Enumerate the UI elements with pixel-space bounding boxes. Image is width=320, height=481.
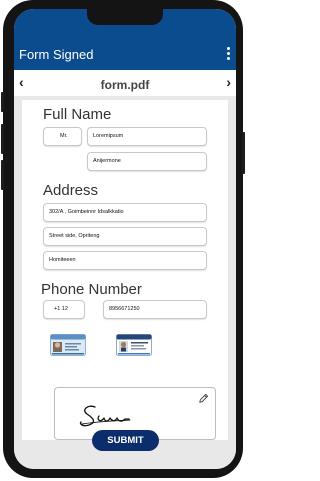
name-title-field[interactable]: Mr.: [43, 127, 82, 146]
full-name-heading: Full Name: [43, 106, 112, 123]
app-title: Form Signed: [19, 47, 94, 62]
address-line2-field[interactable]: Street side, Opriteng: [43, 227, 207, 246]
address-heading: Address: [43, 182, 99, 199]
first-name-field[interactable]: Loremipsum: [87, 127, 207, 146]
last-name-field[interactable]: Anijermone: [87, 152, 207, 171]
notch: [87, 9, 163, 25]
chevron-right-icon[interactable]: ›: [226, 75, 231, 89]
screen: Form Signed ‹ form.pdf › Full Name Mr. L…: [14, 9, 236, 469]
phone-number-field[interactable]: 8956671250: [103, 300, 207, 319]
id-card-front-icon[interactable]: [50, 334, 86, 356]
country-code-field[interactable]: +1 12: [43, 300, 85, 319]
id-card-back-icon[interactable]: [116, 334, 152, 356]
document-viewer[interactable]: Full Name Mr. Loremipsum Anijermone Addr…: [14, 96, 236, 469]
submit-button[interactable]: SUBMIT: [92, 430, 159, 451]
pdf-navigation-bar: ‹ form.pdf ›: [14, 70, 236, 96]
power-button: [242, 132, 245, 174]
pencil-icon[interactable]: [198, 393, 209, 404]
address-line3-field[interactable]: Homiteeen: [43, 251, 207, 270]
volume-down-button: [1, 160, 4, 190]
volume-up-button: [1, 124, 4, 154]
phone-number-heading: Phone Number: [41, 281, 142, 298]
address-line1-field[interactable]: 302/A , Goimbeinnr Idsalkkatio: [43, 203, 207, 222]
more-vertical-icon[interactable]: [227, 47, 231, 61]
phone-frame: Form Signed ‹ form.pdf › Full Name Mr. L…: [1, 0, 245, 478]
side-button: [1, 92, 4, 112]
pdf-page: Full Name Mr. Loremipsum Anijermone Addr…: [22, 100, 228, 440]
pdf-file-name: form.pdf: [100, 78, 150, 92]
